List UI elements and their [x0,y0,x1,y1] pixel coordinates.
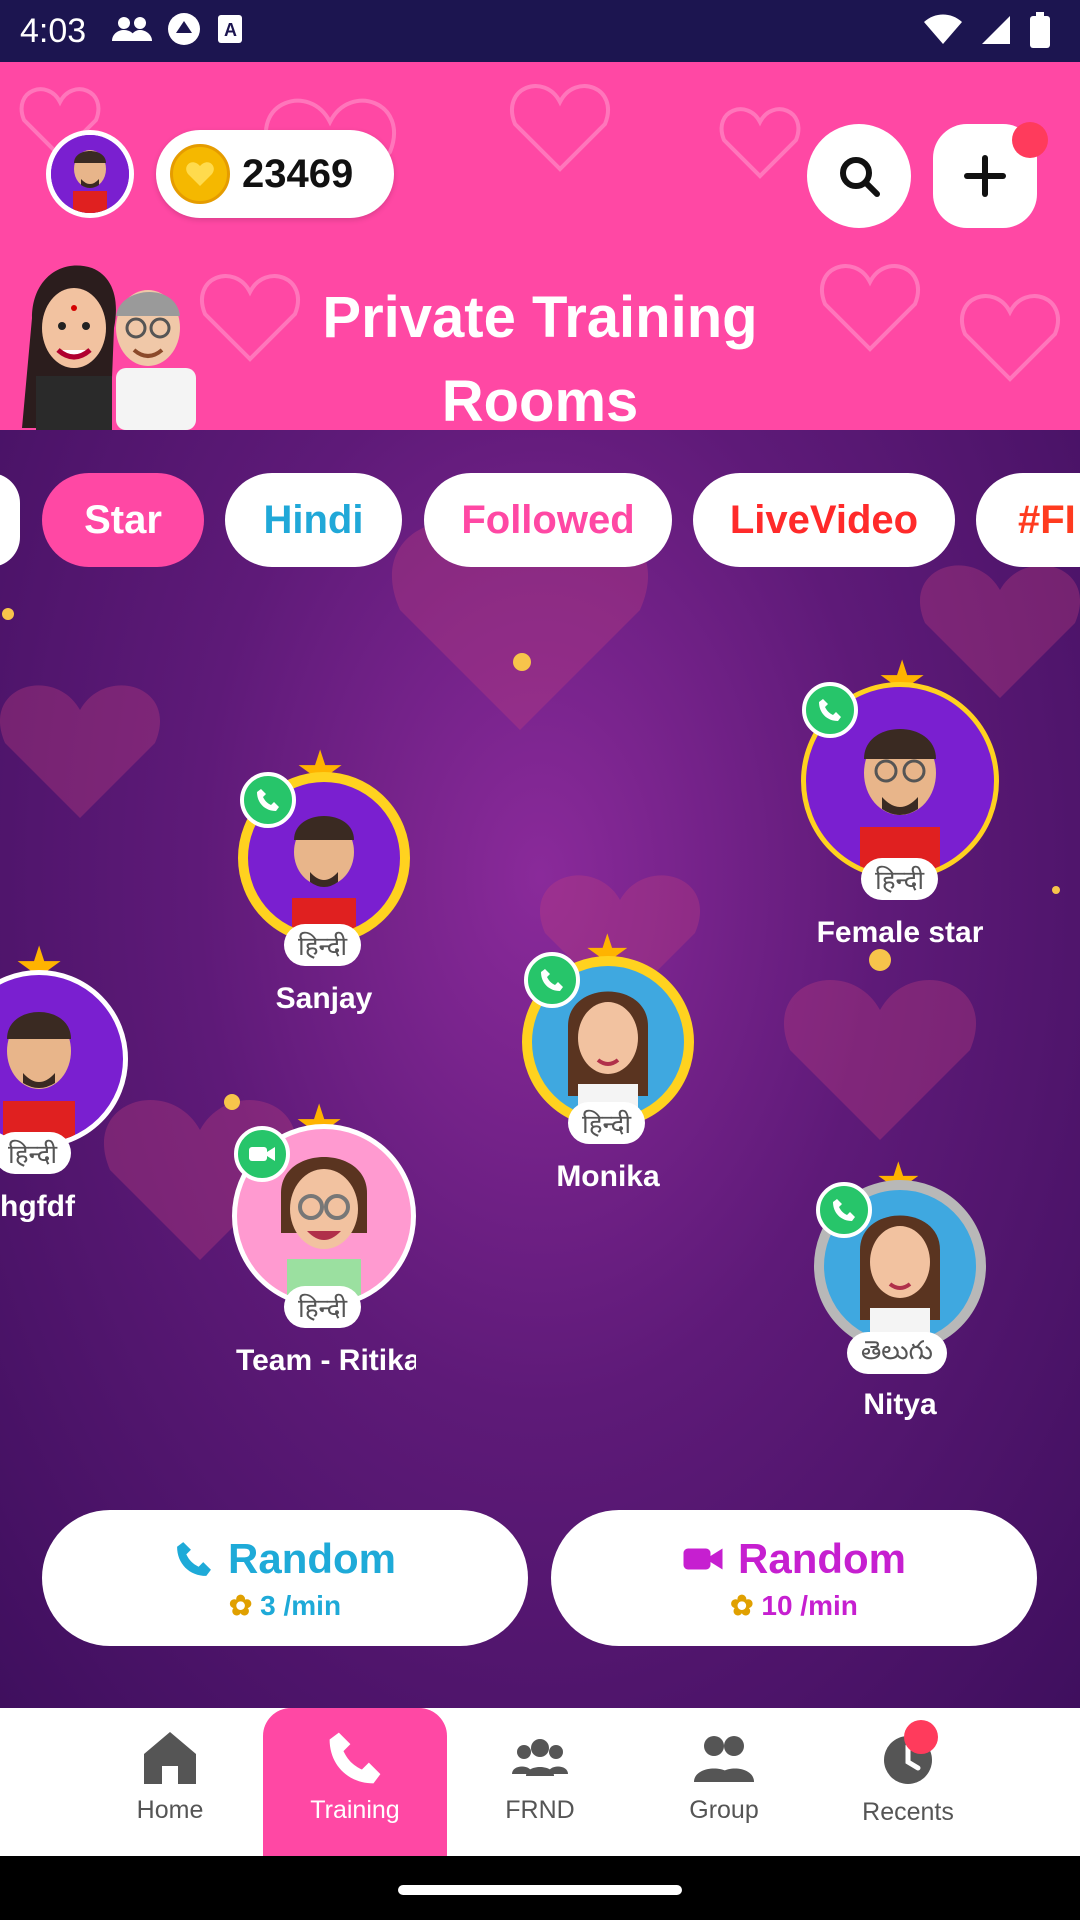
filter-label: #FI [1018,497,1076,542]
filter-label: Hindi [263,497,364,542]
coin-balance[interactable]: 23469 [156,130,394,218]
text-notification-icon: A [216,13,244,50]
language-pill: हिन्दी [284,1286,362,1328]
wifi-icon [924,14,962,51]
language-pill: తెలుగు [847,1332,947,1374]
user-name: hgfdf [0,1190,75,1223]
avatar-face [51,135,129,213]
recents-notification-dot [904,1720,938,1754]
nav-label: Group [689,1796,759,1824]
filter-label: LiveVideo [729,497,919,542]
language-pill: हिन्दी [0,1132,72,1174]
notification-dot [1012,122,1048,158]
video-camera-icon [683,1548,723,1569]
random-price: 10 /min [761,1589,858,1621]
plus-icon [964,155,1006,197]
filter-chip-livevideo[interactable]: LiveVideo [693,473,955,567]
phone-icon [177,1541,211,1576]
rose-icon: ✿ [730,1589,754,1621]
filter-chip-more[interactable]: #FI [976,473,1080,567]
user-name: Female star [816,916,984,949]
phone-call-icon [816,1182,872,1238]
header-banner: Private Training Rooms [0,62,1080,430]
signal-icon [980,14,1012,51]
phone-icon [329,1732,381,1784]
page-title: Private Training Rooms [260,276,820,430]
language-pill: हिन्दी [861,858,939,900]
video-call-icon [234,1126,290,1182]
home-icon [144,1732,196,1784]
filter-label: Star [84,497,162,542]
filter-chip-star[interactable]: Star [42,473,204,567]
phone-call-icon [524,952,580,1008]
group-icon [694,1736,754,1782]
search-icon [840,157,880,197]
status-time: 4:03 [20,11,87,50]
notification-icons: A [112,11,244,52]
nav-group[interactable]: Group [632,1708,816,1856]
nav-label: FRND [505,1796,575,1824]
title-line-2: Rooms [441,369,639,430]
user-name: Monika [556,1160,660,1193]
random-audio-call-button[interactable]: Random ✿ 3 /min [42,1510,528,1646]
nav-label: Home [136,1796,204,1824]
user-name: Team - Ritika [236,1344,416,1377]
profile-avatar[interactable] [46,130,134,218]
couple-illustration [22,265,196,430]
friends-icon [512,1739,568,1776]
nav-training[interactable]: Training [263,1708,447,1856]
phone-call-icon [802,682,858,738]
random-label: Random [738,1534,906,1582]
random-label: Random [228,1534,396,1582]
search-button[interactable] [807,124,911,228]
status-bar: 4:03 A [0,0,1080,62]
nav-label: Recents [862,1798,954,1826]
app-notification-icon [166,11,202,52]
battery-icon [1030,12,1050,53]
user-name: Sanjay [275,982,373,1015]
coin-count: 23469 [242,151,354,196]
filter-label: Followed [461,497,635,542]
user-name: Nitya [863,1388,937,1421]
nav-label: Training [310,1796,400,1824]
system-status [924,12,1050,53]
language-pill: हिन्दी [568,1102,646,1144]
filter-chip-hindi[interactable]: Hindi [225,473,402,567]
rose-icon: ✿ [228,1589,253,1621]
filter-chip-followed[interactable]: Followed [424,473,672,567]
nav-frnd[interactable]: FRND [448,1708,632,1856]
nav-home[interactable]: Home [78,1708,262,1856]
svg-text:A: A [224,20,237,40]
title-line-1: Private Training [322,285,758,350]
people-icon [112,15,153,48]
language-pill: हिन्दी [284,924,362,966]
phone-call-icon [240,772,296,828]
random-video-call-button[interactable]: Random ✿ 10 /min [551,1510,1037,1646]
home-gesture-bar[interactable] [398,1885,682,1895]
random-price: 3 /min [260,1589,342,1621]
coin-heart-icon [170,144,230,204]
